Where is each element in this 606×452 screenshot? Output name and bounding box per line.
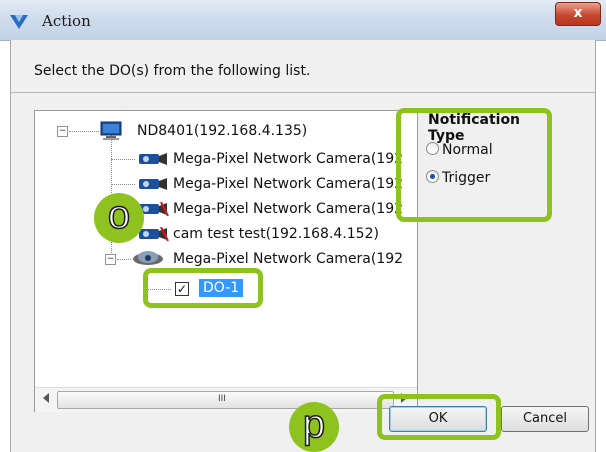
tree-root-label: ND8401(192.168.4.135) <box>137 123 308 139</box>
scroll-thumb[interactable]: III <box>57 391 394 409</box>
camera-icon <box>139 153 167 165</box>
tree-item-camera-2[interactable]: Mega-Pixel Network Camera(192 <box>111 174 411 196</box>
cancel-button[interactable]: Cancel <box>501 406 589 432</box>
dialog-body: Select the DO(s) from the following list… <box>10 40 596 452</box>
scroll-grip: III <box>218 394 226 404</box>
window-title: Action <box>42 12 91 30</box>
dome-camera-icon <box>133 251 163 265</box>
tree-item-camera-4[interactable]: cam test test(192.168.4.152) <box>111 224 411 246</box>
tree-item-camera-3[interactable]: Mega-Pixel Network Camera(192 <box>111 199 411 221</box>
ok-highlight <box>377 394 501 440</box>
collapse-toggle-icon[interactable]: − <box>57 126 68 137</box>
app-logo-icon <box>10 15 28 29</box>
annotation-badge-o: o <box>94 192 144 243</box>
tree-item-label: Mega-Pixel Network Camera(192 <box>173 251 404 267</box>
horizontal-scrollbar[interactable]: III <box>35 387 417 412</box>
scroll-left-icon[interactable] <box>43 393 49 403</box>
collapse-toggle-icon[interactable]: − <box>105 254 116 265</box>
close-button[interactable]: x <box>555 2 601 26</box>
camera-icon <box>139 178 167 190</box>
nvr-computer-icon <box>100 121 122 140</box>
camera-disconnected-icon <box>139 227 169 241</box>
tree-item-label: Mega-Pixel Network Camera(192 <box>173 201 404 217</box>
tree-root-row[interactable]: − ND8401(192.168.4.135) <box>57 121 397 143</box>
tree-item-label: Mega-Pixel Network Camera(192 <box>173 176 404 192</box>
annotation-badge-p: p <box>289 401 339 452</box>
title-bar: Action x <box>0 0 606 41</box>
device-tree[interactable]: − ND8401(192.168.4.135) Mega-Pixel Netwo… <box>34 110 418 412</box>
tree-item-label: cam test test(192.168.4.152) <box>173 226 379 242</box>
notification-highlight <box>396 108 552 222</box>
instruction-text: Select the DO(s) from the following list… <box>34 63 311 79</box>
divider <box>11 92 595 93</box>
tree-item-camera-1[interactable]: Mega-Pixel Network Camera(192 <box>111 149 411 171</box>
tree-item-label: Mega-Pixel Network Camera(192 <box>173 151 404 167</box>
do-highlight <box>143 268 263 308</box>
